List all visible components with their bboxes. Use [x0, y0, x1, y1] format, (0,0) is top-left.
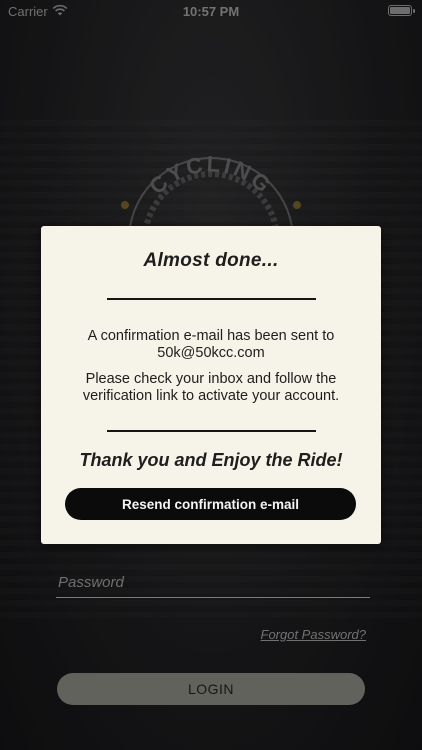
- dialog-title: Almost done...: [143, 250, 279, 271]
- bottom-divider: [107, 430, 316, 432]
- thanks-message: Thank you and Enjoy the Ride!: [79, 450, 343, 470]
- instruction-line-2: verification link to activate your accou…: [82, 388, 340, 404]
- instruction-line-1: Please check your inbox and follow the: [85, 371, 337, 387]
- top-divider: [107, 298, 316, 300]
- instruction-message: Please check your inbox and follow the v…: [51, 371, 371, 405]
- confirmation-dialog: Almost done... A confirmation e-mail has…: [41, 226, 381, 544]
- confirmation-message: A confirmation e-mail has been sent to: [87, 328, 335, 344]
- email-address: 50k@50kcc.com: [157, 345, 265, 361]
- resend-email-button[interactable]: Resend confirmation e-mail: [65, 488, 356, 520]
